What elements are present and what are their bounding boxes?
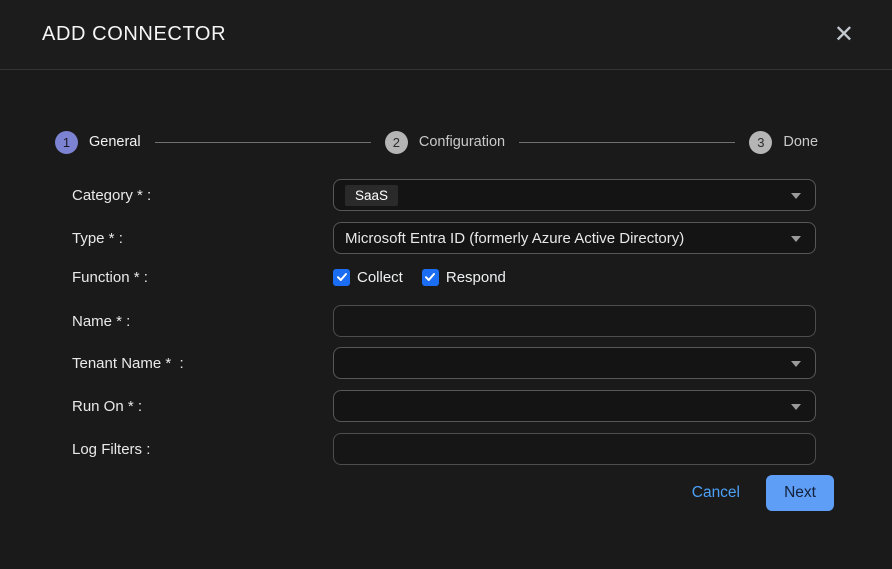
tenant-name-label: Tenant Name * : (72, 355, 333, 372)
chevron-down-icon (791, 361, 801, 367)
chevron-down-icon (791, 404, 801, 410)
collect-checkbox-option[interactable]: Collect (333, 269, 403, 286)
step-configuration-label: Configuration (419, 134, 505, 150)
type-row: Type * : Microsoft Entra ID (formerly Az… (0, 222, 892, 254)
category-row: Category * : SaaS (0, 179, 892, 211)
step-configuration-number: 2 (385, 131, 408, 154)
next-button[interactable]: Next (766, 475, 834, 511)
category-selected-value: SaaS (345, 185, 398, 206)
dialog-header: ADD CONNECTOR ✕ (0, 0, 892, 70)
step-done-label: Done (783, 134, 818, 150)
type-selected-value: Microsoft Entra ID (formerly Azure Activ… (345, 230, 684, 247)
log-filters-row: Log Filters : (0, 433, 892, 465)
dialog-actions: Cancel Next (0, 475, 892, 511)
chevron-down-icon (791, 236, 801, 242)
name-label: Name * : (72, 313, 333, 330)
step-done-number: 3 (749, 131, 772, 154)
respond-checkbox-label: Respond (446, 269, 506, 286)
run-on-select[interactable] (333, 390, 816, 422)
category-select[interactable]: SaaS (333, 179, 816, 211)
function-label: Function * : (72, 269, 333, 286)
run-on-label: Run On * : (72, 398, 333, 415)
add-connector-dialog: ADD CONNECTOR ✕ 1 General 2 Configuratio… (0, 0, 892, 569)
collect-checkbox-label: Collect (357, 269, 403, 286)
name-input[interactable] (333, 305, 816, 337)
category-label: Category * : (72, 187, 333, 204)
log-filters-input[interactable] (333, 433, 816, 465)
dialog-title: ADD CONNECTOR (42, 23, 226, 46)
checkbox-checked-icon[interactable] (422, 269, 439, 286)
name-row: Name * : (0, 305, 892, 337)
step-configuration: 2 Configuration (385, 131, 505, 154)
log-filters-label: Log Filters : (72, 441, 333, 458)
cancel-button[interactable]: Cancel (692, 484, 740, 502)
chevron-down-icon (791, 193, 801, 199)
stepper-line (155, 142, 371, 143)
step-general-label: General (89, 134, 141, 150)
step-done: 3 Done (749, 131, 818, 154)
type-select[interactable]: Microsoft Entra ID (formerly Azure Activ… (333, 222, 816, 254)
function-row: Function * : Collect Respond (0, 266, 892, 288)
tenant-name-select[interactable] (333, 347, 816, 379)
type-label: Type * : (72, 230, 333, 247)
checkbox-checked-icon[interactable] (333, 269, 350, 286)
tenant-name-row: Tenant Name * : (0, 347, 892, 379)
step-general-number: 1 (55, 131, 78, 154)
stepper-line (519, 142, 735, 143)
step-general: 1 General (55, 131, 141, 154)
close-icon[interactable]: ✕ (826, 19, 862, 51)
run-on-row: Run On * : (0, 390, 892, 422)
stepper: 1 General 2 Configuration 3 Done (55, 130, 818, 154)
respond-checkbox-option[interactable]: Respond (422, 269, 506, 286)
